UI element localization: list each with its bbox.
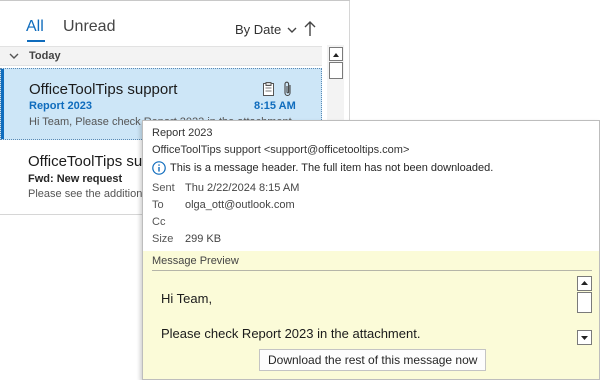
message-header-popup: Report 2023 OfficeToolTips support <supp… [142,120,600,380]
tab-all[interactable]: All [26,18,44,36]
preview-scroll-thumb[interactable] [577,292,592,313]
tab-all-underline [27,40,45,42]
to-value: olga_ott@outlook.com [185,199,295,211]
popup-info-bar: This is a message header. The full item … [152,161,493,175]
popup-from: OfficeToolTips support <support@officeto… [152,144,410,156]
selected-indicator [1,69,4,139]
collapse-chevron-icon [9,53,19,59]
attachment-paperclip-icon [284,81,291,97]
message-subject: Fwd: New request [28,173,123,185]
message-preview-box: Message Preview Hi Team, Please check Re… [143,251,599,379]
arrow-up-icon [581,281,588,285]
preview-line-body: Please check Report 2023 in the attachme… [161,326,421,341]
sort-direction-arrow-icon[interactable] [302,20,318,38]
cc-label: Cc [152,216,166,228]
message-subject: Report 2023 [29,100,92,112]
sort-by-date-dropdown[interactable]: By Date [235,22,297,37]
tab-unread[interactable]: Unread [63,18,115,36]
chevron-down-icon [287,27,297,33]
sent-label: Sent [152,182,175,194]
arrow-down-icon [581,336,588,340]
preview-divider [152,270,592,271]
preview-scrollbar[interactable] [577,276,593,346]
scroll-thumb[interactable] [329,62,343,79]
info-icon [152,161,166,175]
arrow-up-icon [333,53,339,57]
sent-value: Thu 2/22/2024 8:15 AM [185,182,300,194]
message-header-icon [263,82,274,96]
info-text: This is a message header. The full item … [170,162,494,174]
sort-label: By Date [235,22,282,37]
filter-bar: All Unread By Date [0,0,350,44]
scroll-up-button[interactable] [329,47,343,61]
preview-line-greeting: Hi Team, [161,291,213,306]
group-label: Today [29,50,61,62]
preview-scroll-down-button[interactable] [577,330,592,345]
download-rest-button[interactable]: Download the rest of this message now [259,349,487,371]
to-label: To [152,199,164,211]
preview-label: Message Preview [152,255,239,267]
message-time: 8:15 AM [254,100,296,112]
preview-scroll-up-button[interactable] [577,276,592,291]
group-header-today[interactable]: Today [0,46,322,66]
size-value: 299 KB [185,233,222,245]
popup-subject: Report 2023 [152,127,213,139]
message-sender: OfficeToolTips support [29,81,178,98]
size-label: Size [152,233,174,245]
